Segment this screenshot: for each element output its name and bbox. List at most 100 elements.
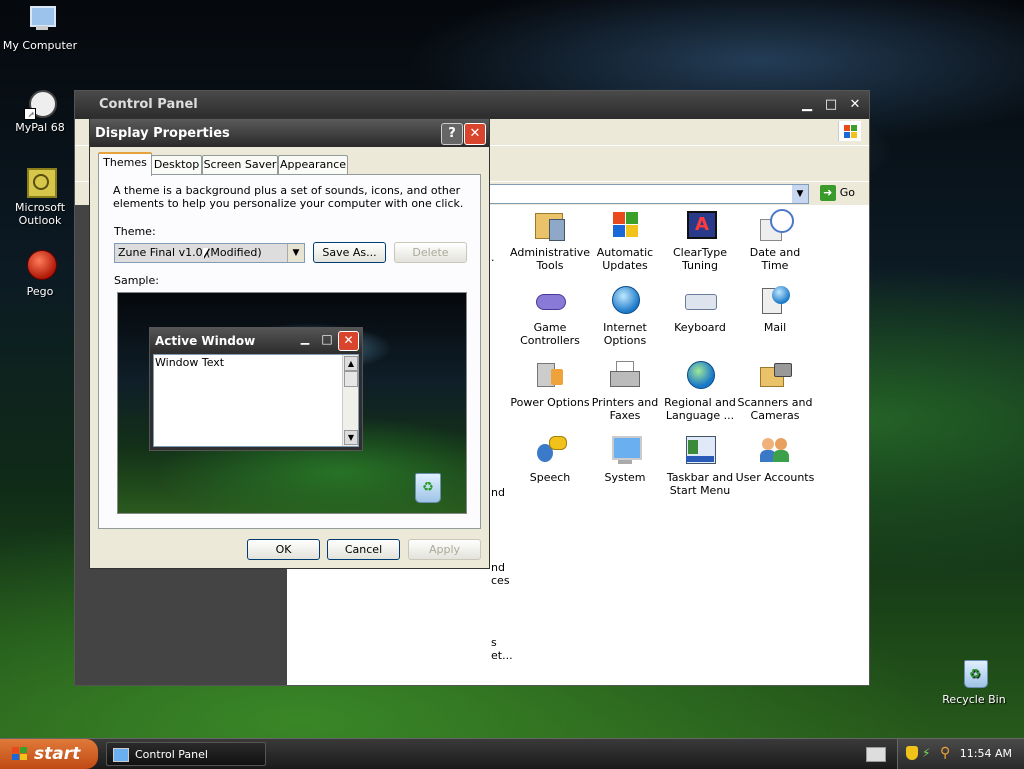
delete-button[interactable]: Delete	[394, 242, 467, 263]
sample-window-text: Window Text	[155, 356, 225, 369]
desktop-icon-label: Microsoft Outlook	[14, 201, 66, 227]
chevron-down-icon[interactable]: ▼	[287, 244, 304, 262]
minimize-icon[interactable]: ▁	[797, 96, 817, 114]
help-button[interactable]: ?	[441, 123, 463, 145]
desktop-icon-label: Recycle Bin	[942, 693, 1006, 706]
start-label: start	[34, 744, 81, 764]
browser-icon: ↗	[24, 86, 57, 120]
cancel-button[interactable]: Cancel	[327, 539, 400, 560]
cp-item-system[interactable]: System	[585, 434, 665, 484]
windows-logo-icon	[838, 121, 861, 141]
sample-window-body: Window Text ▲ ▼	[153, 354, 359, 447]
pego-icon	[24, 250, 57, 282]
theme-sample-preview: Active Window ▁ □ ✕ Window Text ▲ ▼ ♻	[117, 292, 467, 514]
desktop-icon-my-computer[interactable]: My Computer	[0, 4, 80, 52]
desktop-icon-label: MyPal 68	[15, 121, 65, 134]
power-icon	[533, 359, 567, 393]
keyboard-icon[interactable]	[866, 747, 886, 762]
desktop-icon-label: Pego	[26, 285, 54, 298]
recycle-bin-icon: ♻	[415, 473, 441, 503]
gamepad-icon	[533, 284, 567, 318]
theme-select-value: Zune Final v1.0 (Modified)	[118, 246, 262, 259]
partial-label: et...	[491, 649, 513, 662]
cp-item-user-accounts[interactable]: User Accounts	[735, 434, 815, 484]
system-tray: ⚡ ⚲ 11:54 AM	[897, 739, 1024, 769]
cp-item-scanners-and-cameras[interactable]: Scanners and Cameras	[735, 359, 815, 422]
display-properties-dialog[interactable]: Display Properties ? ✕ Themes Desktop Sc…	[89, 118, 490, 569]
go-arrow-icon: ➜	[819, 185, 836, 201]
mail-icon	[758, 284, 792, 318]
search-icon[interactable]: ⚲	[940, 745, 950, 761]
cp-item-cleartype-tuning[interactable]: A ClearType Tuning	[660, 209, 740, 272]
partial-label: s	[491, 636, 497, 649]
taskbar-icon	[683, 434, 717, 468]
admin-tools-icon	[533, 209, 567, 243]
windows-update-icon	[608, 209, 642, 243]
tab-screen-saver[interactable]: Screen Saver	[202, 155, 278, 174]
desktop-icon-outlook[interactable]: Microsoft Outlook	[0, 166, 80, 227]
partial-label: .	[491, 251, 495, 264]
ok-button[interactable]: OK	[247, 539, 320, 560]
cp-item-date-and-time[interactable]: Date and Time	[735, 209, 815, 272]
partial-label: ces	[491, 574, 510, 587]
tab-appearance[interactable]: Appearance	[278, 155, 348, 174]
window-title: Control Panel	[99, 97, 198, 112]
system-icon	[608, 434, 642, 468]
save-as-button[interactable]: Save As...	[313, 242, 386, 263]
cp-item-mail[interactable]: Mail	[735, 284, 815, 334]
dialog-title-bar[interactable]: Display Properties ? ✕	[90, 119, 489, 147]
outlook-icon	[24, 166, 57, 198]
clock-icon	[758, 209, 794, 243]
theme-select[interactable]: Zune Final v1.0 (Modified) ▼	[114, 243, 305, 263]
close-icon: ✕	[338, 331, 359, 351]
cp-item-regional-and-language[interactable]: Regional and Language ...	[660, 359, 740, 422]
shield-icon[interactable]	[906, 746, 918, 760]
cp-item-internet-options[interactable]: Internet Options	[585, 284, 665, 347]
sample-active-window: Active Window ▁ □ ✕ Window Text ▲ ▼	[149, 327, 363, 451]
computer-icon	[24, 4, 56, 36]
recycle-bin-icon: ♻	[958, 658, 990, 690]
desktop-icon-recycle-bin[interactable]: ♻ Recycle Bin	[934, 658, 1014, 706]
network-icon[interactable]: ⚡	[922, 746, 930, 760]
mouse-cursor-icon	[203, 248, 209, 258]
go-button[interactable]: ➜ Go	[819, 185, 855, 201]
cp-item-power-options[interactable]: Power Options	[510, 359, 590, 409]
chevron-down-icon[interactable]: ▼	[792, 185, 808, 203]
themes-panel: A theme is a background plus a set of so…	[98, 174, 481, 529]
control-panel-title-bar[interactable]: Control Panel ▁ □ ✕	[75, 91, 869, 119]
scroll-up-icon: ▲	[344, 356, 358, 371]
scroll-down-icon: ▼	[344, 430, 358, 445]
tab-desktop[interactable]: Desktop	[151, 155, 202, 174]
minimize-icon: ▁	[300, 332, 310, 345]
globe-icon	[608, 284, 642, 318]
desktop-icon-label: My Computer	[2, 39, 78, 52]
tab-themes[interactable]: Themes	[98, 152, 152, 176]
taskbar-button-label: Control Panel	[135, 748, 208, 761]
partial-label: nd	[491, 561, 505, 574]
taskbar: start Control Panel ⚡ ⚲ 11:54 AM	[0, 738, 1024, 769]
cp-item-automatic-updates[interactable]: Automatic Updates	[585, 209, 665, 272]
taskbar-button-control-panel[interactable]: Control Panel	[106, 742, 266, 766]
desktop-icon-pego[interactable]: Pego	[0, 250, 80, 298]
apply-button[interactable]: Apply	[408, 539, 481, 560]
close-button[interactable]: ✕	[464, 123, 486, 145]
cleartype-icon: A	[683, 209, 717, 243]
cp-item-speech[interactable]: Speech	[510, 434, 590, 484]
cp-item-printers-and-faxes[interactable]: Printers and Faxes	[585, 359, 665, 422]
go-label: Go	[839, 186, 855, 199]
theme-label: Theme:	[114, 225, 156, 238]
cp-item-keyboard[interactable]: Keyboard	[660, 284, 740, 334]
windows-logo-icon	[12, 747, 28, 761]
maximize-icon: □	[321, 332, 333, 346]
cp-item-administrative-tools[interactable]: Administrative Tools	[510, 209, 590, 272]
cp-item-game-controllers[interactable]: Game Controllers	[510, 284, 590, 347]
maximize-icon[interactable]: □	[821, 96, 841, 114]
start-button[interactable]: start	[0, 739, 98, 769]
sample-scrollbar: ▲ ▼	[342, 355, 358, 446]
control-panel-icon	[113, 748, 129, 762]
dialog-title: Display Properties	[95, 126, 230, 141]
clock[interactable]: 11:54 AM	[960, 747, 1012, 760]
desktop-icon-mypal[interactable]: ↗ MyPal 68	[0, 86, 80, 134]
cp-item-taskbar-and-start-menu[interactable]: Taskbar and Start Menu	[660, 434, 740, 497]
close-icon[interactable]: ✕	[845, 96, 865, 114]
